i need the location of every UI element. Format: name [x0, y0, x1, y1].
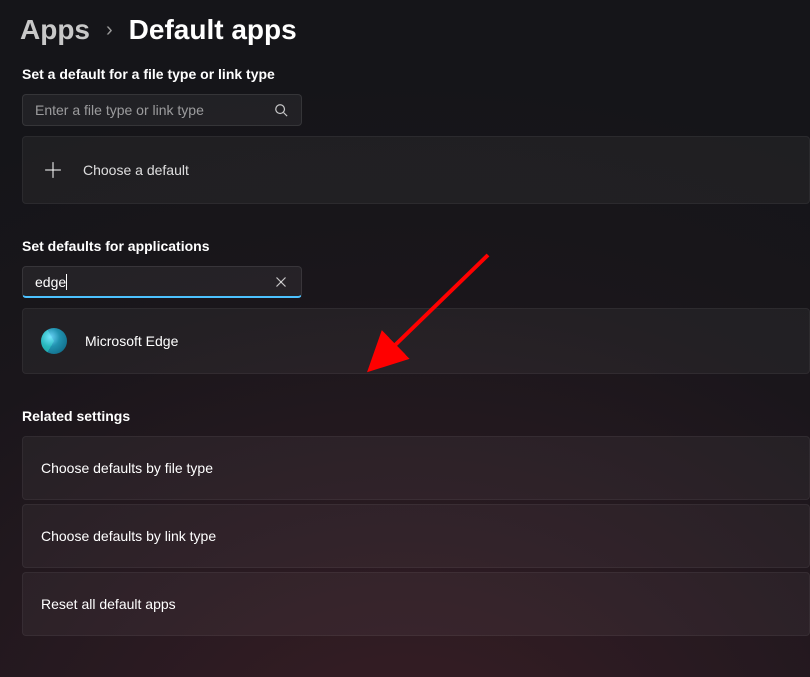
chevron-right-icon: ›	[106, 19, 113, 42]
filetype-search-input[interactable]	[35, 102, 269, 118]
apps-search-value[interactable]: edge	[35, 274, 66, 290]
related-defaults-linktype[interactable]: Choose defaults by link type	[22, 504, 810, 568]
section-heading-apps: Set defaults for applications	[0, 238, 810, 266]
breadcrumb-apps[interactable]: Apps	[20, 14, 90, 46]
plus-icon	[41, 158, 65, 182]
related-item-label: Reset all default apps	[41, 596, 176, 612]
clear-icon[interactable]	[269, 270, 293, 294]
filetype-search[interactable]	[22, 94, 302, 126]
text-caret	[66, 274, 67, 290]
section-heading-related: Related settings	[0, 408, 810, 436]
app-result-microsoft-edge[interactable]: Microsoft Edge	[22, 308, 810, 374]
related-item-label: Choose defaults by file type	[41, 460, 213, 476]
choose-default-card[interactable]: Choose a default	[22, 136, 810, 204]
choose-default-label: Choose a default	[83, 162, 189, 178]
apps-search[interactable]: edge	[22, 266, 302, 298]
app-result-label: Microsoft Edge	[85, 333, 178, 349]
microsoft-edge-icon	[41, 328, 67, 354]
related-item-label: Choose defaults by link type	[41, 528, 216, 544]
related-reset-defaults[interactable]: Reset all default apps	[22, 572, 810, 636]
section-heading-filetype: Set a default for a file type or link ty…	[0, 66, 810, 94]
related-defaults-filetype[interactable]: Choose defaults by file type	[22, 436, 810, 500]
breadcrumb: Apps › Default apps	[0, 0, 810, 66]
page-title: Default apps	[129, 14, 297, 46]
search-icon[interactable]	[269, 98, 293, 122]
